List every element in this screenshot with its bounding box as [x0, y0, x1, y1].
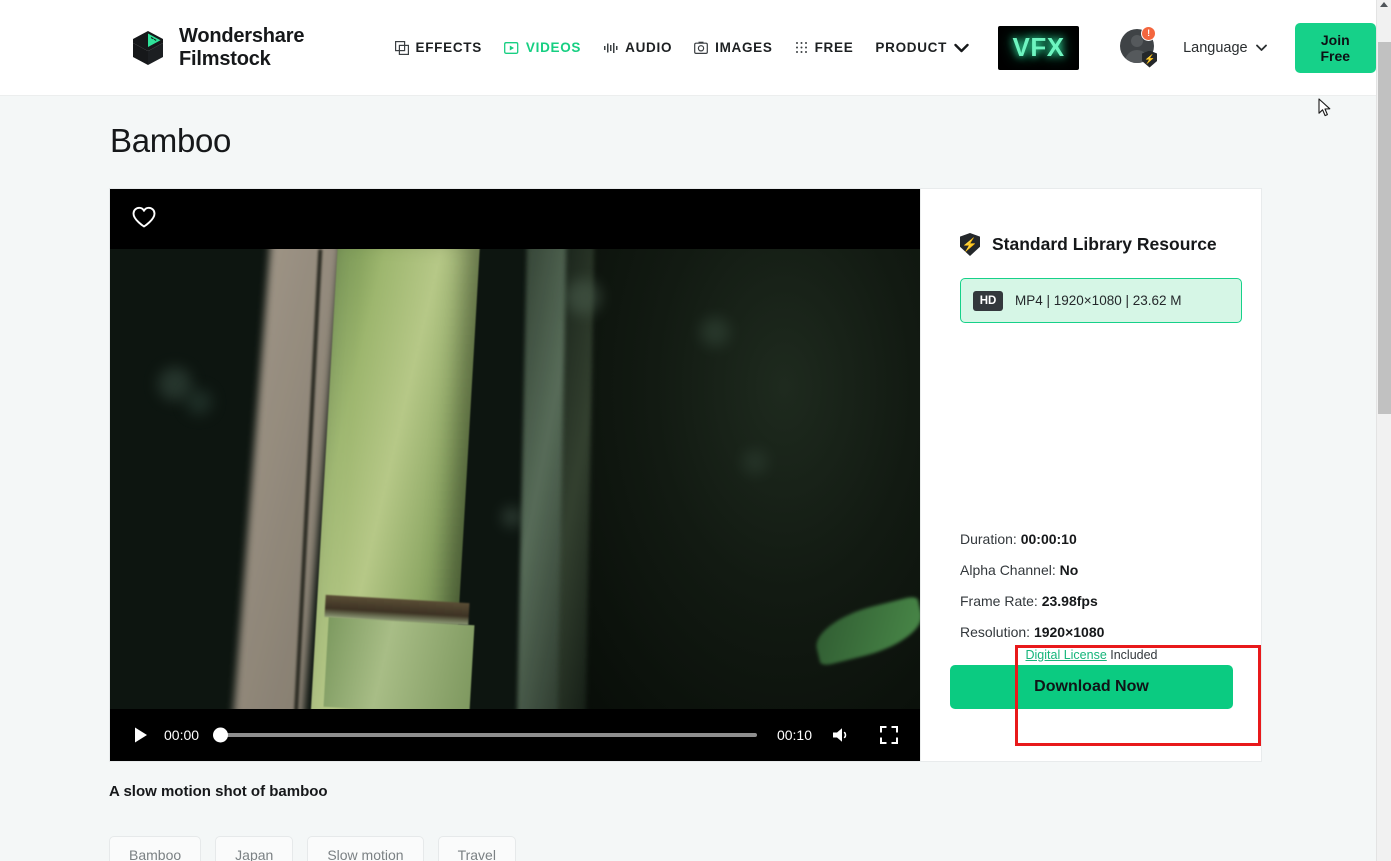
nav-label: PRODUCT [875, 40, 948, 55]
resource-title-row: ⚡ Standard Library Resource [960, 233, 1261, 256]
detail-row-resolution: Resolution: 1920×1080 [960, 624, 1104, 640]
nav-item-videos[interactable]: VIDEOS [493, 34, 592, 61]
mouse-pointer-arrow [1318, 98, 1332, 123]
site-header: Wondershare Filmstock EFFECTS VIDEOS AUD [0, 0, 1376, 96]
tag-item[interactable]: Slow motion [307, 836, 424, 861]
vertical-scrollbar[interactable] [1376, 0, 1391, 861]
shield-lightning-icon: ⚡ [960, 233, 980, 256]
nav-item-images[interactable]: IMAGES [683, 34, 783, 61]
progress-slider[interactable] [213, 727, 757, 743]
digital-license-link[interactable]: Digital License [1025, 648, 1106, 662]
nav-label: AUDIO [625, 40, 673, 55]
video-controls-bar: 00:00 00:10 [110, 709, 920, 761]
join-free-button[interactable]: Join Free [1294, 22, 1376, 73]
main-navigation: EFFECTS VIDEOS AUDIO IMAGES FREE PRODUCT [384, 34, 981, 61]
detail-row-duration: Duration: 00:00:10 [960, 531, 1104, 547]
language-label: Language [1183, 39, 1248, 56]
vertical-scroll-thumb[interactable] [1378, 42, 1391, 414]
video-play-icon [503, 41, 519, 55]
language-selector[interactable]: Language [1183, 40, 1267, 56]
hd-badge: HD [973, 290, 1003, 311]
resource-details: Duration: 00:00:10 Alpha Channel: No Fra… [960, 531, 1104, 655]
avatar-shield-badge: ⚡ [1142, 50, 1158, 68]
tag-item[interactable]: Japan [215, 836, 294, 861]
video-player[interactable]: 00:00 00:10 [110, 189, 920, 761]
format-text: MP4 | 1920×1080 | 23.62 M [1015, 293, 1182, 308]
nav-label: IMAGES [715, 40, 773, 55]
tag-item[interactable]: Travel [437, 836, 516, 861]
vfx-badge[interactable]: VFX [998, 25, 1080, 70]
chevron-down-icon [1255, 44, 1267, 52]
resource-card: 00:00 00:10 ⚡ Standard Library Resource … [109, 188, 1262, 762]
tag-item[interactable]: Bamboo [109, 836, 202, 861]
page-root: Wondershare Filmstock EFFECTS VIDEOS AUD [0, 0, 1391, 861]
audio-waveform-icon [603, 41, 618, 55]
nav-label: VIDEOS [525, 40, 582, 55]
page-title: Bamboo [110, 122, 232, 159]
tag-list: Bamboo Japan Slow motion Travel [109, 836, 516, 861]
nav-item-audio[interactable]: AUDIO [592, 34, 683, 61]
detail-value: 00:00:10 [1020, 531, 1077, 547]
nav-item-free[interactable]: FREE [784, 34, 865, 61]
detail-label: Alpha Channel: [960, 562, 1056, 578]
total-time: 00:10 [776, 727, 812, 743]
heart-outline-icon[interactable] [129, 202, 159, 232]
resource-title: Standard Library Resource [992, 234, 1217, 254]
license-line: Digital License Included [921, 648, 1262, 662]
resource-description: A slow motion shot of bamboo [109, 783, 328, 800]
detail-label: Resolution: [960, 624, 1031, 640]
play-triangle-icon[interactable] [128, 722, 154, 748]
effects-layers-icon [394, 40, 409, 55]
detail-row-frame-rate: Frame Rate: 23.98fps [960, 593, 1104, 609]
filmstock-cube-logo-icon [131, 30, 165, 66]
detail-value: 1920×1080 [1033, 624, 1105, 640]
format-option-box[interactable]: HD MP4 | 1920×1080 | 23.62 M [960, 278, 1242, 323]
user-avatar[interactable]: ! ⚡ [1120, 25, 1158, 68]
resource-sidebar: ⚡ Standard Library Resource HD MP4 | 192… [920, 189, 1261, 761]
fullscreen-expand-icon[interactable] [876, 722, 902, 748]
vfx-badge-label: VFX [1012, 32, 1065, 62]
video-thumbnail [110, 249, 920, 709]
nav-label: EFFECTS [415, 40, 482, 55]
detail-value: 23.98fps [1041, 593, 1098, 609]
speaker-volume-icon[interactable] [828, 722, 854, 748]
brand-link[interactable]: Wondershare Filmstock [131, 25, 346, 71]
download-now-button[interactable]: Download Now [950, 665, 1233, 709]
license-suffix: Included [1106, 648, 1158, 662]
nav-label: FREE [814, 40, 854, 55]
detail-label: Frame Rate: [960, 593, 1038, 609]
avatar-alert-badge: ! [1141, 25, 1157, 41]
scroll-up-arrow-icon[interactable] [1380, 2, 1388, 7]
detail-row-alpha-channel: Alpha Channel: No [960, 562, 1104, 578]
progress-knob[interactable] [213, 727, 229, 743]
detail-label: Duration: [960, 531, 1017, 547]
dots-grid-icon [795, 41, 808, 54]
nav-item-product[interactable]: PRODUCT [864, 34, 980, 61]
chevron-down-icon [954, 43, 969, 53]
nav-item-effects[interactable]: EFFECTS [384, 34, 493, 61]
brand-name: Wondershare Filmstock [179, 24, 305, 70]
camera-image-icon [694, 41, 709, 55]
detail-value: No [1059, 562, 1079, 578]
current-time: 00:00 [164, 727, 200, 743]
